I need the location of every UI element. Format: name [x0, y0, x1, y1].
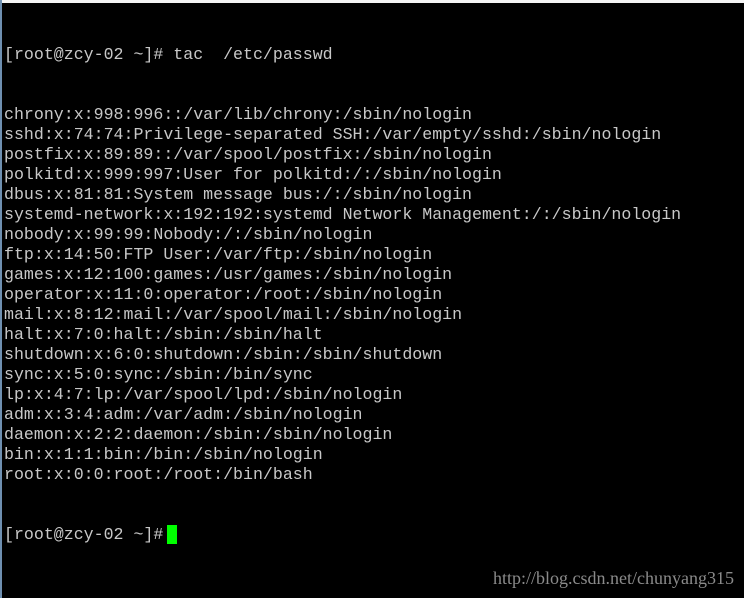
command-output: chrony:x:998:996::/var/lib/chrony:/sbin/…	[4, 105, 681, 485]
prompt-line[interactable]: [root@zcy-02 ~]#	[4, 525, 681, 545]
output-line: postfix:x:89:89::/var/spool/postfix:/sbi…	[4, 145, 492, 164]
output-line: polkitd:x:999:997:User for polkitd:/:/sb…	[4, 165, 502, 184]
output-line: adm:x:3:4:adm:/var/adm:/sbin/nologin	[4, 405, 363, 424]
output-line: mail:x:8:12:mail:/var/spool/mail:/sbin/n…	[4, 305, 463, 324]
window-left-border	[0, 0, 2, 598]
output-line: systemd-network:x:192:192:systemd Networ…	[4, 205, 682, 224]
output-line: root:x:0:0:root:/root:/bin/bash	[4, 465, 313, 484]
output-line: halt:x:7:0:halt:/sbin:/sbin/halt	[4, 325, 323, 344]
output-line: chrony:x:998:996::/var/lib/chrony:/sbin/…	[4, 105, 473, 124]
terminal-output[interactable]: [root@zcy-02 ~]# tac /etc/passwd chrony:…	[4, 5, 681, 565]
output-line: ftp:x:14:50:FTP User:/var/ftp:/sbin/nolo…	[4, 245, 433, 264]
output-line: sync:x:5:0:sync:/sbin:/bin/sync	[4, 365, 313, 384]
prompt: [root@zcy-02 ~]#	[4, 525, 164, 544]
output-line: daemon:x:2:2:daemon:/sbin:/sbin/nologin	[4, 425, 393, 444]
output-line: sshd:x:74:74:Privilege-separated SSH:/va…	[4, 125, 662, 144]
watermark: http://blog.csdn.net/chunyang315	[493, 568, 734, 588]
output-line: nobody:x:99:99:Nobody:/:/sbin/nologin	[4, 225, 373, 244]
cursor	[167, 525, 178, 544]
output-line: operator:x:11:0:operator:/root:/sbin/nol…	[4, 285, 443, 304]
output-line: shutdown:x:6:0:shutdown:/sbin:/sbin/shut…	[4, 345, 443, 364]
output-line: lp:x:4:7:lp:/var/spool/lpd:/sbin/nologin	[4, 385, 403, 404]
window-top-border	[0, 0, 744, 3]
command-line: [root@zcy-02 ~]# tac /etc/passwd	[4, 45, 333, 64]
output-line: dbus:x:81:81:System message bus:/:/sbin/…	[4, 185, 473, 204]
output-line: bin:x:1:1:bin:/bin:/sbin/nologin	[4, 445, 323, 464]
output-line: games:x:12:100:games:/usr/games:/sbin/no…	[4, 265, 453, 284]
